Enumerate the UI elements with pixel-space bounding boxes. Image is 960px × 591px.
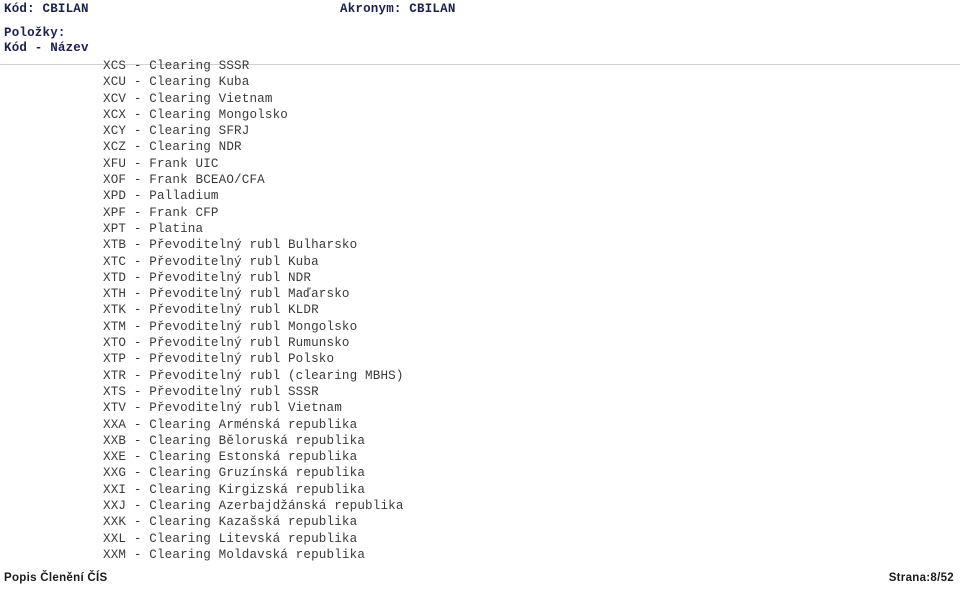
code-line: Kód: CBILAN	[4, 2, 89, 16]
footer-title: Popis Členění ČÍS	[4, 572, 108, 584]
header-top-row: Kód: CBILAN Akronym: CBILAN	[4, 2, 956, 18]
list-item: XOF - Frank BCEAO/CFA	[103, 173, 265, 188]
list-item: XCU - Clearing Kuba	[103, 75, 250, 90]
list-item: XPD - Palladium	[103, 189, 219, 204]
list-item: XTR - Převoditelný rubl (clearing MBHS)	[103, 368, 404, 383]
list-item: XTO - Převoditelný rubl Rumunsko	[103, 336, 350, 351]
column-headers: Kód - Název	[4, 41, 89, 55]
list-item: XXA - Clearing Arménská republika	[103, 417, 358, 432]
document-footer: Popis Členění ČÍS Strana:8/52	[0, 572, 960, 590]
list-item: XPF - Frank CFP	[103, 205, 219, 220]
list-item: XTM - Převoditelný rubl Mongolsko	[103, 319, 358, 334]
items-list: XCS - Clearing SSSR XCU - Clearing Kuba XC…	[0, 58, 960, 563]
list-item: XTP - Převoditelný rubl Polsko	[103, 352, 335, 367]
list-item: XTD - Převoditelný rubl NDR	[103, 270, 312, 285]
acronym-line: Akronym: CBILAN	[340, 2, 456, 16]
list-item: XFU - Frank UIC	[103, 156, 219, 171]
list-item: XCY - Clearing SFRJ	[103, 124, 250, 139]
list-item: XXI - Clearing Kirgizská republika	[103, 482, 366, 497]
list-item: XTH - Převoditelný rubl Maďarsko	[103, 287, 350, 302]
list-item: XTB - Převoditelný rubl Bulharsko	[103, 238, 358, 253]
list-item: XXG - Clearing Gruzínská republika	[103, 466, 366, 481]
page-number: Strana:8/52	[888, 572, 954, 584]
list-item: XCX - Clearing Mongolsko	[103, 107, 288, 122]
document-header: Kód: CBILAN Akronym: CBILAN Položky: Kód…	[0, 0, 960, 56]
list-item: XCV - Clearing Vietnam	[103, 91, 273, 106]
items-label: Položky:	[4, 26, 66, 40]
list-item: XTS - Převoditelný rubl SSSR	[103, 384, 319, 399]
list-item: XTK - Převoditelný rubl KLDR	[103, 303, 319, 318]
list-item: XXK - Clearing Kazašská republika	[103, 515, 358, 530]
list-item: XXE - Clearing Estonská republika	[103, 450, 358, 465]
list-item: XXB - Clearing Běloruská republika	[103, 433, 366, 448]
list-item: XTV - Převoditelný rubl Vietnam	[103, 401, 342, 416]
list-item: XPT - Platina	[103, 221, 204, 236]
list-item: XTC - Převoditelný rubl Kuba	[103, 254, 319, 269]
list-item: XXL - Clearing Litevská republika	[103, 531, 358, 546]
list-item: XXM - Clearing Moldavská republika	[103, 547, 366, 562]
list-item: XXJ - Clearing Azerbajdžánská republika	[103, 499, 404, 514]
list-item: XCS - Clearing SSSR	[103, 59, 250, 73]
list-item: XCZ - Clearing NDR	[103, 140, 242, 155]
